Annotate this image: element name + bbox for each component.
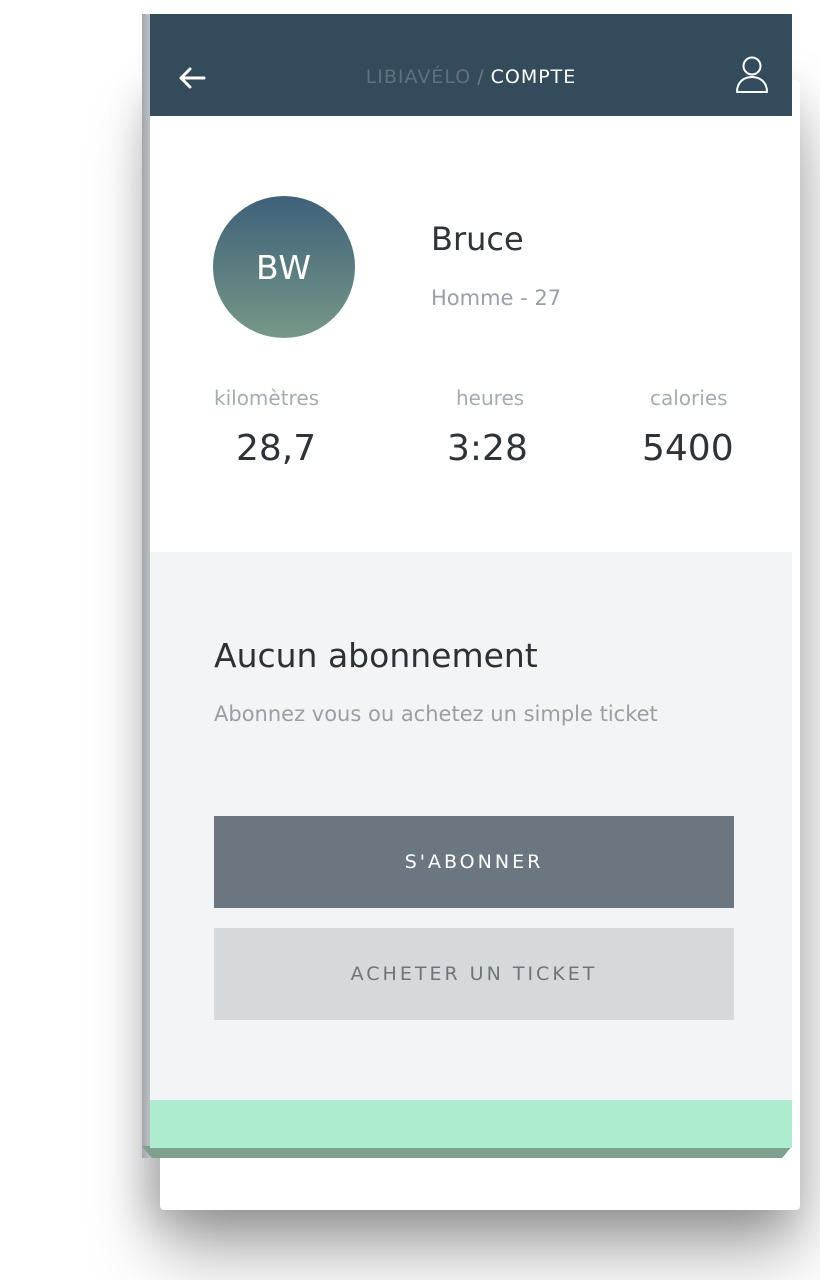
footer-accent-bar (150, 1100, 792, 1148)
stat-label-kilometres: kilomètres (214, 386, 320, 410)
breadcrumb-brand[interactable]: LIBIAVÉLO (366, 66, 471, 88)
profile-button[interactable] (734, 54, 770, 96)
user-name: Bruce (431, 220, 524, 258)
subscription-title: Aucun abonnement (214, 636, 538, 675)
top-navigation-bar: LIBIAVÉLO / COMPTE (150, 14, 792, 116)
stage: LIBIAVÉLO / COMPTE BW Bruce Homme - 27 kil… (0, 0, 820, 1280)
buy-ticket-button[interactable]: ACHETER UN TICKET (214, 928, 734, 1020)
subscription-section: Aucun abonnement Abonnez vous ou achetez… (150, 552, 792, 1100)
stat-label-hours: heures (456, 386, 525, 410)
user-icon (736, 56, 768, 93)
stat-value-calories: 5400 (642, 428, 734, 469)
subscription-description: Abonnez vous ou achetez un simple ticket (214, 702, 658, 726)
breadcrumb-current-page: COMPTE (490, 66, 577, 88)
subscribe-button[interactable]: S'ABONNER (214, 816, 734, 908)
profile-section: BW Bruce Homme - 27 kilomètres 28,7 heur… (150, 116, 792, 552)
stat-label-calories: calories (650, 386, 728, 410)
nav-title: LIBIAVÉLO / COMPTE (150, 66, 792, 88)
phone-screen: LIBIAVÉLO / COMPTE BW Bruce Homme - 27 kil… (150, 14, 792, 1148)
stat-value-hours: 3:28 (447, 428, 528, 469)
stat-value-kilometres: 28,7 (236, 428, 317, 469)
avatar-initials: BW (255, 247, 313, 287)
avatar: BW (213, 196, 355, 338)
breadcrumb-separator: / (477, 66, 485, 88)
user-details: Homme - 27 (431, 286, 562, 310)
